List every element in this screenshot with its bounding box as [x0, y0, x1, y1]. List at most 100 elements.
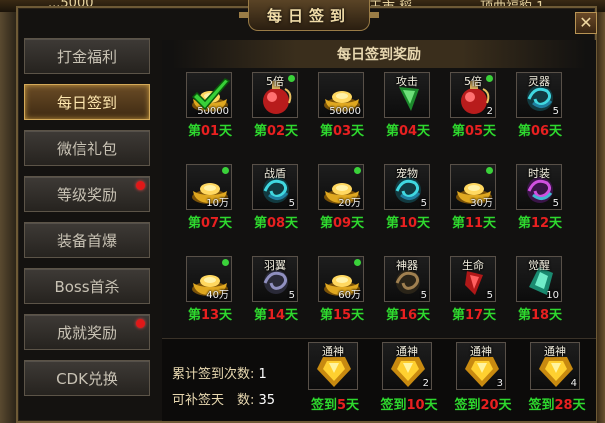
item-name: 灵器 [528, 75, 550, 88]
game-background-right [597, 12, 605, 423]
sidebar-item-8[interactable]: CDK兑换 [24, 360, 150, 396]
sidebar-item-1[interactable]: 打金福利 [24, 38, 150, 74]
reward-slot[interactable]: 战盾 5 [252, 164, 298, 210]
milestone-days: 20 [480, 398, 499, 413]
close-button[interactable]: ✕ [575, 12, 597, 34]
reward-slot[interactable]: 通神 2 [382, 342, 432, 390]
day-label: 第08天 [244, 212, 308, 231]
day-suffix: 天 [483, 216, 497, 231]
reward-slot[interactable]: 60万 [318, 256, 364, 302]
day-label: 第10天 [376, 212, 440, 231]
day-prefix: 第 [385, 216, 399, 231]
item-name: 时装 [528, 167, 550, 180]
day-number: 04 [398, 124, 418, 139]
day-prefix: 第 [187, 308, 201, 323]
item-count: 5 [420, 198, 427, 209]
day-prefix: 第 [451, 308, 465, 323]
reward-slot[interactable]: 时装 5 [516, 164, 562, 210]
sidebar-item-7[interactable]: 成就奖励 [24, 314, 150, 350]
sidebar-item-label: Boss首杀 [54, 277, 120, 296]
day-label: 第09天 [310, 212, 374, 231]
day-number: 03 [332, 124, 352, 139]
reward-slot[interactable]: 50000 [318, 72, 364, 118]
reward-slot[interactable]: 5倍 [252, 72, 298, 118]
item-count: 5 [552, 106, 559, 117]
day-label: 第18天 [508, 304, 572, 323]
rewards-header: 每日签到奖励 [172, 40, 586, 68]
green-dot-icon [486, 167, 493, 174]
day-number: 06 [530, 124, 550, 139]
reward-slot[interactable]: 30万 [450, 164, 496, 210]
sidebar-item-6[interactable]: Boss首杀 [24, 268, 150, 304]
day-suffix: 天 [285, 124, 299, 139]
green-dot-icon [288, 75, 295, 82]
day-suffix: 天 [285, 216, 299, 231]
sidebar-item-label: 每日签到 [56, 93, 117, 112]
milestone-prefix: 签到 [528, 398, 555, 413]
day-prefix: 第 [385, 124, 399, 139]
item-name: 通神 [470, 345, 492, 358]
day-number: 18 [530, 308, 550, 323]
makeup-days: 可补签天 数: 35 [172, 389, 275, 408]
day-label: 第11天 [442, 212, 506, 231]
reward-slot[interactable]: 50000 [186, 72, 232, 118]
day-suffix: 天 [219, 216, 233, 231]
sidebar-item-3[interactable]: 微信礼包 [24, 130, 150, 166]
milestone-prefix: 签到 [380, 398, 407, 413]
milestone-prefix: 签到 [310, 398, 337, 413]
day-label: 第17天 [442, 304, 506, 323]
sidebar-item-2[interactable]: 每日签到 [24, 84, 150, 120]
red-dot-badge-icon [136, 181, 145, 190]
day-label: 第12天 [508, 212, 572, 231]
sidebar-item-label: 装备首爆 [56, 231, 117, 250]
sidebar-item-5[interactable]: 装备首爆 [24, 222, 150, 258]
item-count: 5 [552, 198, 559, 209]
day-suffix: 天 [549, 308, 563, 323]
reward-slot[interactable]: 40万 [186, 256, 232, 302]
day-label: 第15天 [310, 304, 374, 323]
reward-slot[interactable]: 羽翼 5 [252, 256, 298, 302]
milestone-suffix: 天 [424, 398, 438, 413]
green-dot-icon [486, 75, 493, 82]
item-name: 神器 [396, 259, 418, 272]
item-name: 通神 [322, 345, 344, 358]
day-label: 第06天 [508, 120, 572, 139]
reward-slot[interactable]: 灵器 5 [516, 72, 562, 118]
reward-slot[interactable]: 通神 [308, 342, 358, 390]
milestone-days: 28 [554, 398, 573, 413]
makeup-days-value: 35 [258, 393, 276, 408]
reward-slot[interactable]: 攻击 [384, 72, 430, 118]
day-prefix: 第 [451, 216, 465, 231]
reward-slot[interactable]: 觉醒 10 [516, 256, 562, 302]
day-label: 第16天 [376, 304, 440, 323]
item-count: 2 [486, 106, 493, 117]
day-label: 第07天 [178, 212, 242, 231]
reward-slot[interactable]: 5倍 2 [450, 72, 496, 118]
sidebar-item-label: 微信礼包 [56, 139, 117, 158]
reward-slot[interactable]: 神器 5 [384, 256, 430, 302]
total-signins: 累计签到次数: 1 [172, 363, 267, 382]
day-suffix: 天 [417, 124, 431, 139]
day-prefix: 第 [517, 216, 531, 231]
reward-slot[interactable]: 通神 4 [530, 342, 580, 390]
item-name: 羽翼 [264, 259, 286, 272]
day-prefix: 第 [517, 308, 531, 323]
reward-slot[interactable]: 生命 5 [450, 256, 496, 302]
item-name: 战盾 [264, 167, 286, 180]
milestone-suffix: 天 [572, 398, 586, 413]
day-number: 02 [266, 124, 286, 139]
day-number: 08 [266, 216, 286, 231]
day-number: 11 [464, 216, 484, 231]
item-count: 40万 [206, 290, 229, 301]
day-prefix: 第 [187, 124, 201, 139]
reward-slot[interactable]: 20万 [318, 164, 364, 210]
sidebar-item-4[interactable]: 等级奖励 [24, 176, 150, 212]
reward-slot[interactable]: 10万 [186, 164, 232, 210]
item-count: 5 [288, 198, 295, 209]
reward-slot[interactable]: 通神 3 [456, 342, 506, 390]
day-prefix: 第 [253, 124, 267, 139]
reward-slot[interactable]: 宠物 5 [384, 164, 430, 210]
item-name: 通神 [396, 345, 418, 358]
day-label: 第01天 [178, 120, 242, 139]
main-content: 每日签到奖励 50000 第01天 5倍 第02天 50000 第03天 攻击 … [162, 40, 596, 421]
